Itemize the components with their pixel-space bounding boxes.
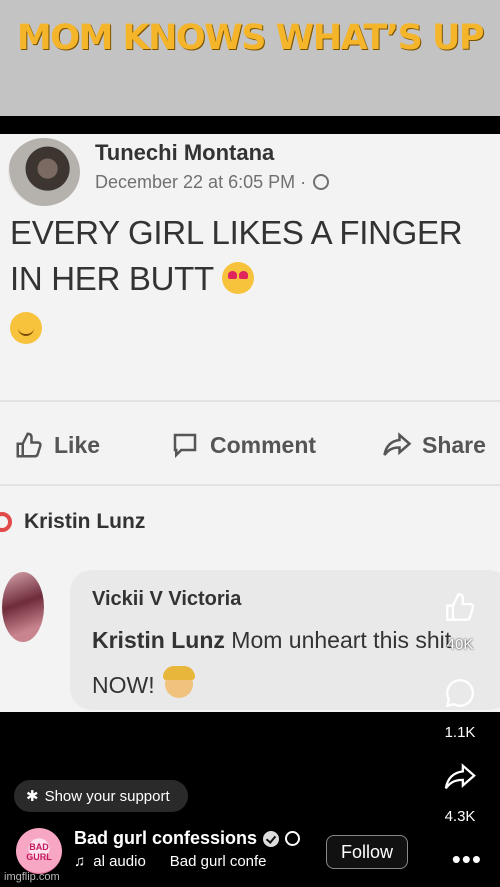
like-count: 40K	[446, 636, 474, 653]
comment-button[interactable]: Comment	[170, 430, 316, 460]
audio-row[interactable]: ♫ al audio Bad gurl confe	[74, 853, 267, 870]
post-text: EVERY GIRL LIKES A FINGER IN HER BUTT	[10, 210, 480, 352]
share-arrow-icon	[444, 763, 476, 790]
show-support-button[interactable]: ✱ Show your support	[14, 780, 188, 812]
post-author: Tunechi Montana	[95, 140, 275, 165]
audio-label: al audio	[93, 853, 146, 870]
audio-channel: Bad gurl confe	[169, 853, 267, 870]
comment-count: 1.1K	[444, 724, 476, 741]
reply-avatar-icon	[0, 512, 12, 532]
post-date-text: December 22 at 6:05 PM ·	[95, 172, 307, 192]
short-share-button[interactable]: 4.3K	[420, 760, 500, 825]
meme-header: MOM KNOWS WHAT’S UP	[0, 0, 500, 116]
channel-name-row[interactable]: Bad gurl confessions	[74, 828, 301, 849]
comment-mention: Kristin Lunz	[92, 627, 225, 653]
like-label: Like	[54, 431, 101, 458]
show-support-label: Show your support	[44, 787, 170, 805]
comment-author: Vickii V Victoria	[92, 588, 242, 610]
channel-avatar-text: BAD GURL	[26, 841, 52, 862]
follow-button[interactable]: Follow	[326, 835, 408, 869]
post-author-avatar	[8, 138, 80, 206]
like-button[interactable]: Like	[14, 430, 100, 460]
smiling-emoji-icon	[10, 312, 42, 344]
channel-avatar[interactable]: BAD GURL	[16, 828, 62, 874]
reply-to-name: Kristin Lunz	[24, 510, 146, 533]
post-actions: Like Comment Share	[0, 430, 500, 470]
more-options-icon[interactable]: •••	[452, 844, 482, 875]
short-comment-button[interactable]: 1.1K	[420, 676, 500, 741]
share-count: 4.3K	[444, 808, 476, 825]
globe-icon	[285, 831, 301, 846]
comment-icon	[173, 433, 197, 459]
meme-caption: MOM KNOWS WHAT’S UP	[16, 18, 485, 58]
share-label: Share	[422, 431, 486, 458]
divider	[0, 400, 500, 402]
share-button[interactable]: Share	[382, 430, 486, 460]
thumbs-up-icon	[16, 432, 42, 458]
share-arrow-icon	[383, 432, 412, 456]
commenter-avatar	[2, 572, 44, 642]
comment-label: Comment	[210, 431, 317, 458]
imgflip-watermark: imgflip.com	[4, 871, 60, 883]
globe-icon	[313, 174, 330, 190]
music-note-icon: ♫	[74, 853, 86, 870]
comment-bubble-icon	[445, 679, 475, 708]
verified-icon	[263, 830, 280, 847]
post-date: December 22 at 6:05 PM ·	[95, 172, 330, 193]
short-like-button[interactable]: 40K	[420, 590, 500, 653]
divider	[0, 484, 500, 486]
sparkle-icon: ✱	[26, 788, 39, 805]
channel-name: Bad gurl confessions	[74, 828, 258, 848]
facepalm-emoji-icon	[163, 666, 195, 698]
heart-eyes-emoji-icon	[222, 262, 255, 294]
thumbs-up-icon	[446, 593, 475, 621]
